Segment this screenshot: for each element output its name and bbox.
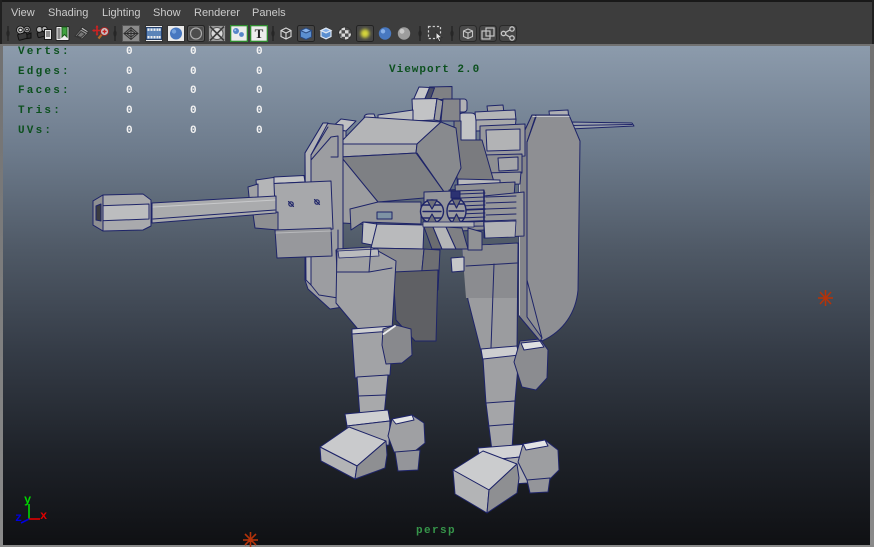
- svg-text:T: T: [255, 26, 264, 41]
- svg-text:x: x: [40, 509, 47, 523]
- svg-text:y: y: [24, 493, 31, 507]
- svg-text:z: z: [15, 511, 22, 525]
